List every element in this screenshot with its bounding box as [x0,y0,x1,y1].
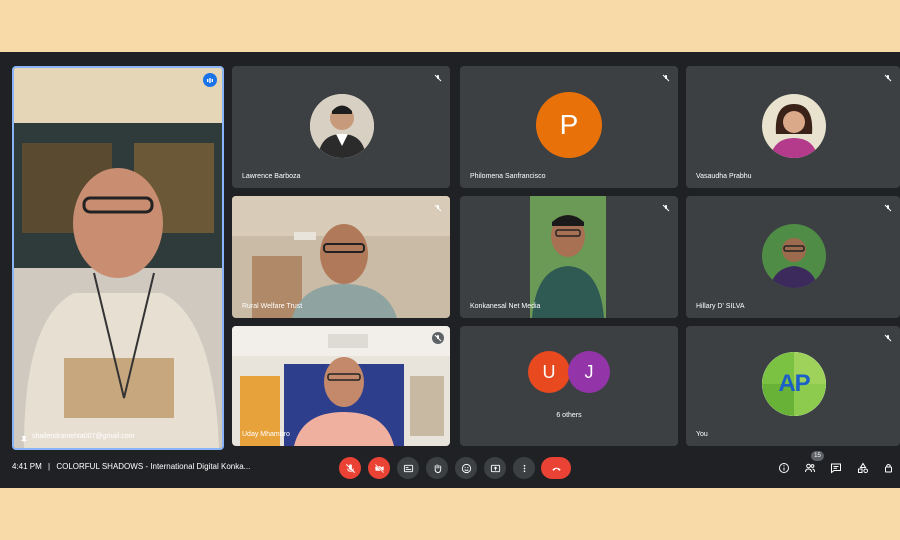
chat-icon [831,463,841,474]
emoji-icon [461,463,471,473]
raise-hand-button[interactable] [426,457,448,479]
main-speaker-tile[interactable]: shailendramehta007@gmail.com [12,66,224,450]
participant-tile-rural-welfare-trust[interactable]: Rural Welfare Trust [232,196,450,318]
avatar-initial: J [568,351,610,393]
reactions-button[interactable] [455,457,477,479]
ap-logo: AP [762,352,826,416]
avatar [762,224,826,288]
participant-name: Konkanesal Net Media [470,303,541,310]
main-speaker-email: shailendramehta007@gmail.com [32,433,135,440]
muted-mic-icon [432,202,444,214]
participant-tile-vasaudha-prabhu[interactable]: Vasaudha Prabhu [686,66,900,188]
muted-mic-icon [660,72,672,84]
meeting-details-button[interactable] [776,460,792,476]
more-vert-icon [523,464,525,472]
hand-icon [434,463,441,473]
meet-window: shailendramehta007@gmail.com Lawrence Ba… [0,52,900,488]
avatar-initial: P [536,92,602,158]
muted-mic-icon [882,332,894,344]
ap-logo-text: AP [778,370,810,397]
leave-call-button[interactable] [541,457,571,479]
end-call-icon [551,467,561,471]
separator: | [48,462,51,471]
avatar [762,94,826,158]
clock: 4:41 PM [12,462,42,471]
participant-name: Vasaudha Prabhu [696,173,752,180]
host-controls-button[interactable] [881,460,897,476]
chat-button[interactable] [828,460,844,476]
participant-name: Philomena Sanfrancisco [470,173,546,180]
participant-tile-philomena-sanfrancisco[interactable]: P Philomena Sanfrancisco [460,66,678,188]
captions-icon [403,464,413,472]
shapes-icon [858,462,868,474]
participant-tile-hillary-d-silva[interactable]: Hillary D' SILVA [686,196,900,318]
lock-person-icon [885,464,892,473]
meeting-title: COLORFUL SHADOWS - International Digital… [56,462,251,471]
participant-name: Hillary D' SILVA [696,303,745,310]
pin-icon [20,431,28,444]
muted-mic-icon [882,72,894,84]
participant-video [232,326,450,446]
avatar-initial: U [528,351,570,393]
participant-name: You [696,431,708,438]
people-icon [805,463,815,473]
muted-mic-icon [882,202,894,214]
participant-tile-lawrence-barboza[interactable]: Lawrence Barboza [232,66,450,188]
muted-mic-icon [432,72,444,84]
speaking-indicator-icon [203,73,217,87]
meeting-info: 4:41 PM | COLORFUL SHADOWS - Internation… [12,462,250,471]
camera-off-icon [374,463,384,473]
participant-name: Lawrence Barboza [242,173,301,180]
participant-name: Rural Welfare Trust [242,303,303,310]
participant-tile-others[interactable]: U J 6 others [460,326,678,446]
participant-name: Uday Mhambro [242,431,290,438]
muted-mic-icon [660,202,672,214]
muted-mic-icon [432,332,444,344]
avatar [310,94,374,158]
present-icon [490,464,500,472]
participant-video [232,196,450,318]
mic-off-icon [345,463,355,473]
participants-button[interactable] [802,460,818,476]
camera-toggle-button[interactable] [368,457,390,479]
info-icon [779,463,789,473]
participant-tile-uday-mhambro[interactable]: Uday Mhambro [232,326,450,446]
more-options-button[interactable] [513,457,535,479]
participant-video [530,196,606,318]
activities-button[interactable] [855,460,871,476]
others-label: 6 others [556,412,582,419]
main-speaker-video [14,68,222,448]
present-screen-button[interactable] [484,457,506,479]
captions-button[interactable] [397,457,419,479]
mic-toggle-button[interactable] [339,457,361,479]
participant-tile-you[interactable]: AP You [686,326,900,446]
participant-tile-konkanesal-net-media[interactable]: Konkanesal Net Media [460,196,678,318]
participant-count-badge: 15 [811,451,824,461]
